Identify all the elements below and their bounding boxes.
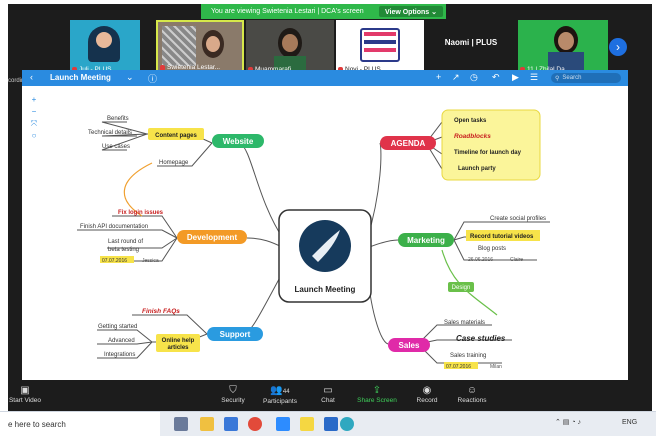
- benefits-topic: Benefits: [107, 116, 129, 122]
- mindmap-canvas: Launch Meeting Website Content pages Ben…: [77, 109, 550, 370]
- chrome-icon[interactable]: [248, 417, 262, 431]
- record-button[interactable]: ◉ Record: [412, 385, 442, 404]
- participants-button[interactable]: 👥44 Participants: [260, 385, 300, 405]
- screen-share-banner: You are viewing Swietenia Lestari | DCA'…: [201, 4, 446, 19]
- content-pages-label: Content pages: [155, 133, 197, 139]
- participant-tile[interactable]: Naomi | PLUS: [426, 20, 516, 74]
- file-explorer-icon[interactable]: [200, 417, 214, 431]
- camera-off-icon: ▣: [20, 385, 30, 396]
- svg-text:Sales: Sales: [399, 341, 420, 350]
- svg-text:07.07.2016: 07.07.2016: [446, 364, 471, 370]
- svg-text:articles: articles: [167, 345, 189, 351]
- technical-topic: Technical details: [88, 130, 132, 136]
- view-options-button[interactable]: View Options ⌄: [378, 6, 443, 17]
- timeline-topic: Timeline for launch day: [454, 150, 522, 156]
- meeting-toolbar: ▣ Start Video ⛉ Security 👥44 Participants ▭…: [8, 381, 652, 411]
- chat-button[interactable]: ▭ Chat: [316, 385, 340, 404]
- branch-sales[interactable]: Sales: [388, 338, 430, 352]
- zoom-app-icon[interactable]: [276, 417, 290, 431]
- participant-tile-active[interactable]: Swietenia Lestar...: [156, 20, 244, 74]
- banner-text: You are viewing Swietenia Lestari | DCA'…: [211, 8, 364, 15]
- start-video-button[interactable]: ▣ Start Video: [8, 385, 42, 404]
- shield-icon: ⛉: [229, 385, 237, 396]
- launch-party-topic: Launch party: [458, 166, 496, 172]
- svg-text:07.07.2016: 07.07.2016: [102, 258, 127, 264]
- svg-text:AGENDA: AGENDA: [391, 139, 426, 148]
- beta-topic: Last round of: [108, 239, 143, 245]
- participant-tile[interactable]: Muammarafi...: [246, 20, 334, 74]
- login-issues-topic: Fix login issues: [118, 210, 164, 216]
- roadblocks-topic: Roadblocks: [454, 133, 491, 140]
- homepage-topic: Homepage: [159, 160, 189, 166]
- branch-website[interactable]: Website: [212, 134, 264, 148]
- taskbar-search-input[interactable]: e here to search: [0, 412, 160, 436]
- word-icon[interactable]: [324, 417, 338, 431]
- svg-text:26.06.2016: 26.06.2016: [468, 257, 493, 263]
- blog-posts-topic: Blog posts: [478, 246, 506, 252]
- api-doc-topic: Finish API documentation: [80, 224, 148, 230]
- reactions-button[interactable]: ☺ Reactions: [454, 385, 490, 404]
- svg-text:Marketing: Marketing: [407, 236, 445, 245]
- open-tasks-topic: Open tasks: [454, 118, 487, 124]
- faq-topic: Finish FAQs: [142, 308, 180, 315]
- share-icon: ⇪: [372, 385, 382, 396]
- participant-name: Naomi | PLUS: [444, 38, 498, 47]
- central-topic-label: Launch Meeting: [295, 285, 356, 294]
- relation-arrow: [123, 162, 153, 217]
- svg-text:Website: Website: [223, 137, 254, 146]
- branch-agenda[interactable]: AGENDA: [380, 136, 436, 150]
- advanced-topic: Advanced: [108, 338, 135, 344]
- mail-icon[interactable]: [224, 417, 238, 431]
- branch-support[interactable]: Support: [207, 327, 263, 341]
- smiley-icon: ☺: [466, 385, 478, 396]
- integrations-topic: Integrations: [104, 352, 135, 358]
- next-page-arrow-icon[interactable]: ›: [609, 38, 627, 56]
- svg-text:Online help: Online help: [162, 338, 195, 344]
- social-profiles-topic: Create social profiles: [490, 216, 546, 222]
- branch-development[interactable]: Development: [177, 230, 247, 244]
- sales-materials-topic: Sales materials: [444, 320, 485, 326]
- participant-strip: Juli - PLUS Swietenia Lestar... Muammara…: [70, 20, 610, 76]
- windows-taskbar: e here to search ⌃ ▤ ◔ ♪ ENG: [0, 411, 656, 436]
- participant-tile[interactable]: 11 | Zhilal Da...: [518, 20, 608, 74]
- edge-icon[interactable]: [340, 417, 354, 431]
- sales-training-topic: Sales training: [450, 353, 486, 359]
- central-topic[interactable]: Launch Meeting: [278, 209, 372, 303]
- participant-tile[interactable]: Novi - PLUS: [336, 20, 424, 74]
- svg-text:Record tutorial videos: Record tutorial videos: [470, 234, 534, 240]
- security-button[interactable]: ⛉ Security: [218, 385, 248, 404]
- svg-text:Development: Development: [187, 233, 238, 242]
- use-cases-topic: Use cases: [102, 144, 130, 150]
- mindmap-app: ‹ Launch Meeting ⌄ ⓘ + ↗ ◷ ↶ ▶ ☰ ⚲ Search…: [22, 70, 628, 380]
- getting-started-topic: Getting started: [98, 324, 137, 330]
- svg-text:beta testing: beta testing: [108, 247, 139, 253]
- chat-icon: ▭: [323, 385, 333, 396]
- people-icon: 👥44: [270, 385, 290, 396]
- share-screen-button[interactable]: ⇪ Share Screen: [356, 385, 398, 404]
- branch-marketing[interactable]: Marketing: [398, 233, 454, 247]
- participant-tile[interactable]: Juli - PLUS: [70, 20, 140, 74]
- svg-text:Design: Design: [452, 285, 471, 291]
- owner-label: Jessica: [142, 258, 159, 264]
- connector: [239, 142, 285, 241]
- record-icon: ◉: [422, 385, 432, 396]
- svg-text:Milan: Milan: [490, 364, 502, 370]
- svg-text:Support: Support: [220, 330, 251, 339]
- connector: [243, 269, 285, 335]
- language-indicator[interactable]: ENG: [622, 419, 637, 426]
- case-studies-topic: Case studies: [456, 334, 506, 343]
- svg-text:Claire: Claire: [510, 257, 523, 263]
- tray-icons[interactable]: ⌃ ▤ ◔ ♪: [555, 418, 581, 426]
- sticky-notes-icon[interactable]: [300, 417, 314, 431]
- task-view-icon[interactable]: [174, 417, 188, 431]
